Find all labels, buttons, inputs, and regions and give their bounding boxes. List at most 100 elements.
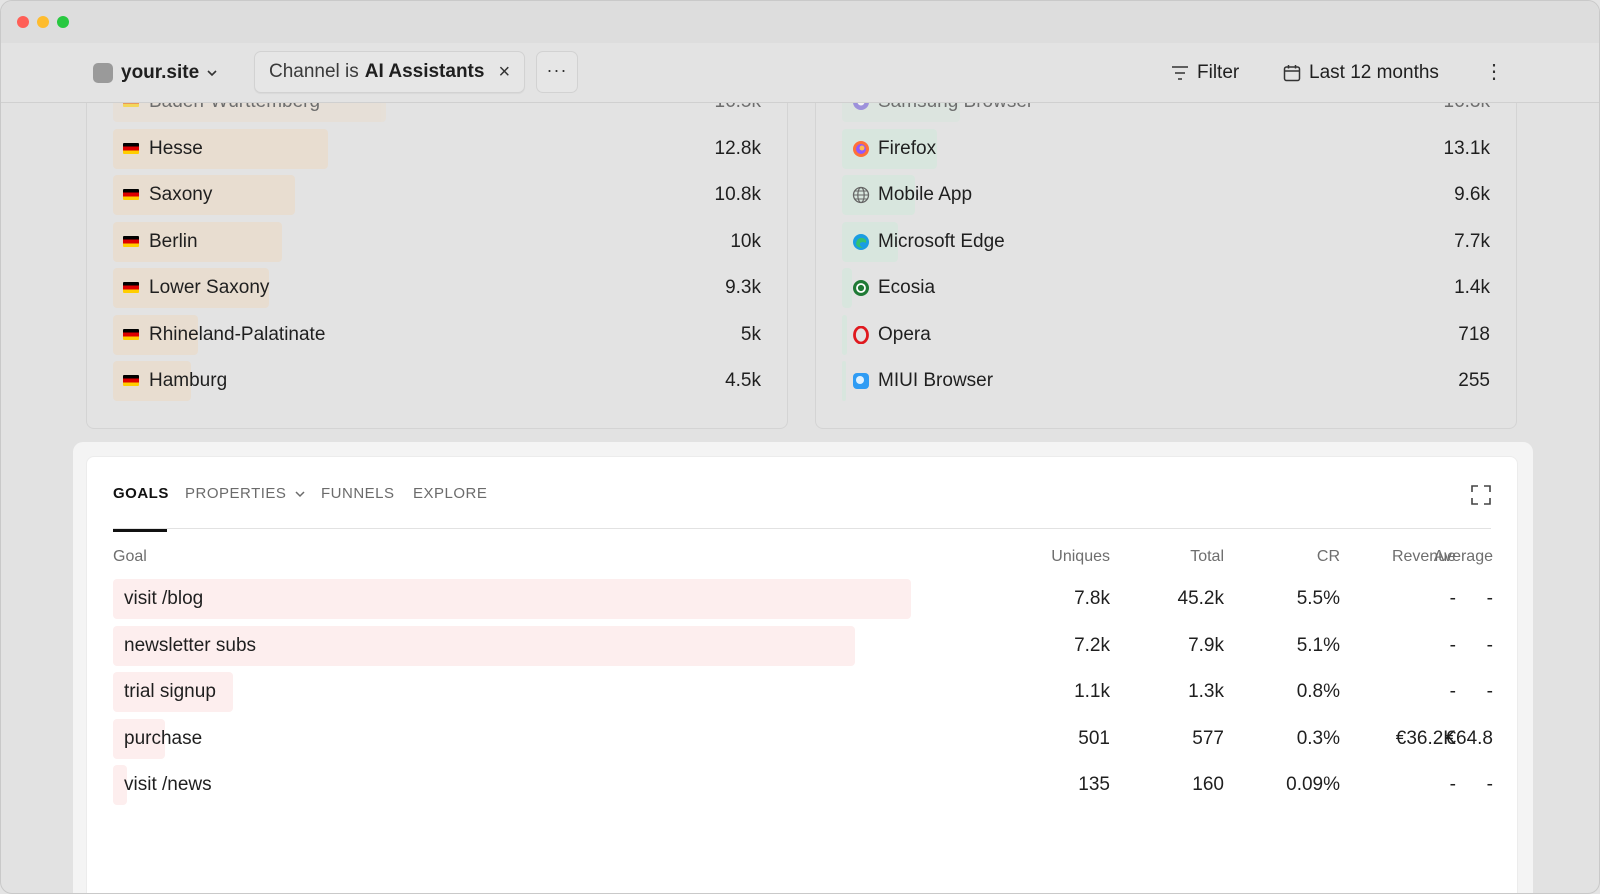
calendar-icon bbox=[1283, 65, 1301, 82]
goal-name: newsletter subs bbox=[124, 634, 257, 656]
more-options-icon[interactable]: ⋮ bbox=[1484, 57, 1504, 89]
column-header-average[interactable]: Average bbox=[1333, 548, 1493, 566]
goal-average: - bbox=[1486, 588, 1493, 609]
tab-explore-label: EXPLORE bbox=[413, 485, 488, 502]
goal-total: 1.3k bbox=[1188, 681, 1224, 702]
region-row[interactable]: Hesse 12.8k bbox=[113, 128, 761, 169]
tab-explore[interactable]: EXPLORE bbox=[413, 485, 487, 502]
goal-name: trial signup bbox=[124, 681, 216, 702]
goal-row[interactable]: trial signup 1.1k 1.3k 0.8% - - bbox=[113, 672, 1493, 712]
browser-row[interactable]: Ecosia 1.4k bbox=[842, 268, 1490, 308]
goal-uniques: 7.8k bbox=[1074, 588, 1110, 609]
goal-cr: 0.8% bbox=[1296, 681, 1340, 702]
germany-flag-icon bbox=[123, 372, 141, 390]
tab-properties[interactable]: PROPERTIES bbox=[185, 485, 305, 502]
region-row[interactable]: Berlin 10k bbox=[113, 221, 761, 262]
goal-total: 7.9k bbox=[1188, 634, 1224, 656]
goal-average: - bbox=[1486, 634, 1493, 656]
goal-average: - bbox=[1486, 774, 1493, 795]
goals-tabs: GOALS PROPERTIES FUNNELS EXPLORE bbox=[113, 457, 1491, 532]
region-name: Lower Saxony bbox=[149, 277, 270, 298]
goal-row[interactable]: visit /blog 7.8k 45.2k 5.5% - - bbox=[113, 579, 1493, 619]
top-bar: your.site Channel is AI Assistants × ···… bbox=[1, 43, 1599, 103]
browser-name: MIUI Browser bbox=[878, 370, 994, 391]
goal-share-bar bbox=[113, 579, 911, 619]
region-row[interactable]: Saxony 10.8k bbox=[113, 175, 761, 215]
browser-share-bar bbox=[842, 268, 853, 308]
germany-flag-icon bbox=[123, 279, 141, 297]
opera-icon bbox=[852, 325, 870, 344]
region-visitors: 10.8k bbox=[714, 184, 761, 205]
browser-row[interactable]: Opera 718 bbox=[842, 314, 1490, 355]
goal-uniques: 501 bbox=[1078, 727, 1110, 749]
region-visitors: 9.3k bbox=[725, 277, 761, 298]
germany-flag-icon bbox=[123, 186, 141, 204]
goal-row[interactable]: visit /news 135 160 0.09% - - bbox=[113, 765, 1493, 805]
browser-visitors: 718 bbox=[1458, 323, 1490, 345]
region-row[interactable]: Rhineland-Palatinate 5k bbox=[113, 314, 761, 355]
browser-name: Firefox bbox=[878, 137, 937, 159]
active-filter-chip[interactable]: Channel is AI Assistants × bbox=[254, 51, 526, 93]
region-visitors: 10k bbox=[730, 230, 761, 252]
browser-visitors: 9.6k bbox=[1454, 184, 1490, 205]
goal-cr: 5.5% bbox=[1296, 588, 1340, 609]
browser-name: Opera bbox=[878, 323, 931, 345]
germany-flag-icon bbox=[123, 140, 141, 158]
goal-average: - bbox=[1486, 681, 1493, 702]
goal-total: 160 bbox=[1192, 774, 1224, 795]
regions-panel: Baden-Württemberg16.5kHesse12.8kSaxony10… bbox=[86, 61, 788, 429]
browser-visitors: 255 bbox=[1458, 370, 1490, 391]
close-window-button[interactable] bbox=[17, 16, 29, 28]
globe-icon bbox=[852, 186, 870, 204]
browser-name: Ecosia bbox=[878, 277, 936, 298]
zoom-window-button[interactable] bbox=[57, 16, 69, 28]
browser-row[interactable]: Mobile App 9.6k bbox=[842, 175, 1490, 215]
tab-goals-label: GOALS bbox=[113, 485, 169, 502]
tab-funnels-label: FUNNELS bbox=[321, 485, 395, 502]
firefox-icon bbox=[852, 140, 870, 158]
region-visitors: 5k bbox=[740, 323, 761, 345]
filter-chip-value: AI Assistants bbox=[364, 61, 485, 82]
browser-visitors: 7.7k bbox=[1454, 230, 1490, 252]
browser-row[interactable]: MIUI Browser 255 bbox=[842, 361, 1490, 401]
germany-flag-icon bbox=[123, 233, 141, 251]
region-row[interactable]: Hamburg 4.5k bbox=[113, 361, 761, 401]
active-tab-indicator bbox=[113, 529, 167, 532]
browser-name: Microsoft Edge bbox=[878, 230, 1005, 252]
goal-total: 577 bbox=[1192, 727, 1224, 749]
filter-button-label: Filter bbox=[1197, 62, 1240, 83]
region-share-bar bbox=[113, 128, 328, 169]
chevron-down-icon bbox=[207, 70, 217, 77]
goal-name: visit /blog bbox=[124, 588, 204, 609]
title-bar bbox=[1, 1, 1599, 43]
edge-icon bbox=[852, 233, 870, 251]
goal-cr: 5.1% bbox=[1296, 634, 1340, 656]
minimize-window-button[interactable] bbox=[37, 16, 49, 28]
browser-visitors: 1.4k bbox=[1454, 277, 1490, 298]
region-visitors: 4.5k bbox=[725, 370, 761, 391]
filter-button[interactable]: Filter bbox=[1171, 59, 1239, 87]
more-filters-button[interactable]: ··· bbox=[536, 51, 578, 93]
region-name: Berlin bbox=[149, 230, 198, 252]
goal-row[interactable]: newsletter subs 7.2k 7.9k 5.1% - - bbox=[113, 625, 1493, 666]
site-favicon bbox=[93, 63, 113, 83]
goal-uniques: 1.1k bbox=[1074, 681, 1110, 702]
region-row[interactable]: Lower Saxony 9.3k bbox=[113, 268, 761, 308]
goal-cr: 0.09% bbox=[1286, 774, 1340, 795]
expand-icon[interactable] bbox=[1471, 485, 1491, 505]
miui-browser-icon bbox=[852, 372, 870, 390]
browser-row[interactable]: Firefox 13.1k bbox=[842, 128, 1490, 169]
browser-row[interactable]: Microsoft Edge 7.7k bbox=[842, 221, 1490, 262]
goal-name: purchase bbox=[124, 727, 203, 749]
filter-chip-prefix: Channel is bbox=[269, 61, 359, 82]
column-header-goal[interactable]: Goal bbox=[113, 548, 147, 566]
goal-row[interactable]: purchase 501 577 0.3% €36.2K €64.8 bbox=[113, 718, 1493, 759]
tab-funnels[interactable]: FUNNELS bbox=[321, 485, 395, 502]
browsers-panel: Samsung Browser16.3kFirefox13.1kMobile A… bbox=[815, 61, 1517, 429]
tab-goals[interactable]: GOALS bbox=[113, 485, 169, 532]
goal-uniques: 135 bbox=[1078, 774, 1110, 795]
site-switcher[interactable]: your.site bbox=[93, 59, 217, 87]
date-range-picker[interactable]: Last 12 months bbox=[1283, 59, 1439, 87]
browser-name: Mobile App bbox=[878, 184, 973, 205]
close-icon[interactable]: × bbox=[498, 61, 510, 84]
